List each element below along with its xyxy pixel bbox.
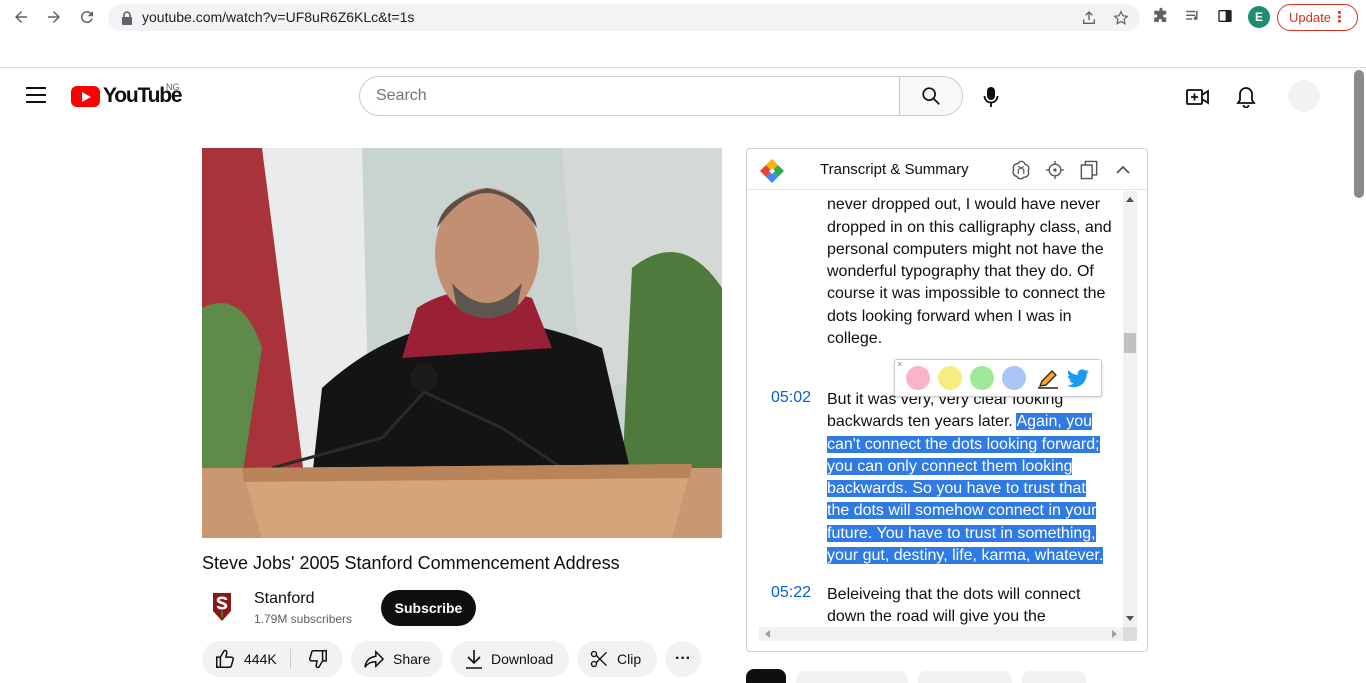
search-input[interactable]: Search: [359, 76, 900, 116]
video-title: Steve Jobs' 2005 Stanford Commencement A…: [202, 553, 620, 573]
hamburger-menu-icon[interactable]: [26, 87, 46, 105]
share-button[interactable]: Share: [351, 641, 443, 677]
clip-button[interactable]: Clip: [577, 641, 657, 677]
notifications-bell-icon[interactable]: [1233, 84, 1259, 110]
youtube-play-icon: [71, 85, 100, 107]
share-icon: [364, 649, 385, 669]
transcript-list[interactable]: computer would have them. If I had never…: [747, 191, 1127, 629]
more-actions-icon: ···: [675, 650, 691, 667]
like-button[interactable]: 444K: [202, 641, 290, 677]
thumbs-up-icon: [216, 649, 234, 668]
highlight-color-blue[interactable]: [1002, 366, 1026, 390]
scroll-down-arrow-icon[interactable]: [1126, 616, 1134, 621]
share-page-icon[interactable]: [1080, 9, 1098, 27]
thumbs-down-icon: [309, 650, 327, 669]
panel-title: Transcript & Summary: [820, 161, 969, 178]
profile-avatar[interactable]: E: [1248, 6, 1270, 28]
subscriber-count: 1.79M subscribers: [254, 612, 353, 626]
highlight-color-pink[interactable]: [906, 366, 930, 390]
like-dislike-group: 444K: [202, 641, 343, 677]
scroll-left-arrow-icon[interactable]: [765, 630, 770, 638]
transcript-text: Beleiveing that the dots will connect do…: [827, 586, 1081, 626]
chip-placeholder[interactable]: [918, 671, 1012, 683]
scroll-up-arrow-icon[interactable]: [1126, 197, 1134, 202]
channel-name[interactable]: Stanford: [254, 590, 314, 608]
browser-toolbar: youtube.com/watch?v=UF8uR6Z6KLc&t=1s E U…: [0, 0, 1366, 68]
selected-text-highlight: Again, you can't connect the dots lookin…: [827, 413, 1104, 565]
reload-icon[interactable]: [75, 5, 99, 29]
search-button[interactable]: [899, 76, 963, 116]
microphone-icon[interactable]: [976, 82, 1006, 112]
panel-header: Transcript & Summary: [747, 149, 1147, 190]
crosshair-sync-icon[interactable]: [1044, 159, 1066, 181]
chip-placeholder[interactable]: [796, 671, 908, 683]
bookmark-star-icon[interactable]: [1112, 9, 1130, 27]
dislike-button[interactable]: [298, 641, 338, 677]
pencil-note-icon[interactable]: [1035, 366, 1061, 392]
page-scroll-thumb[interactable]: [1354, 70, 1364, 198]
create-video-icon[interactable]: [1185, 84, 1211, 110]
back-icon[interactable]: [9, 5, 33, 29]
media-queue-icon[interactable]: [1183, 6, 1203, 26]
chip-placeholder[interactable]: [1022, 671, 1086, 683]
video-player[interactable]: [202, 148, 722, 538]
subscribe-button[interactable]: Subscribe: [381, 590, 476, 626]
share-label: Share: [393, 651, 431, 667]
lock-icon[interactable]: [118, 9, 136, 27]
extensions-puzzle-icon[interactable]: [1151, 6, 1171, 26]
address-bar[interactable]: youtube.com/watch?v=UF8uR6Z6KLc&t=1s: [108, 4, 1140, 31]
chatgpt-icon[interactable]: [1010, 159, 1032, 181]
video-frame-illustration: [202, 148, 722, 538]
collapse-chevron-icon[interactable]: [1112, 159, 1134, 181]
transcript-vertical-scrollbar[interactable]: [1123, 191, 1137, 627]
side-panel-icon[interactable]: [1215, 6, 1235, 26]
stanford-logo-icon: [213, 593, 231, 621]
highlight-color-yellow[interactable]: [938, 366, 962, 390]
scissors-icon: [590, 650, 607, 668]
clip-label: Clip: [617, 651, 642, 667]
extension-logo-icon[interactable]: [759, 158, 784, 183]
highlight-color-green[interactable]: [970, 366, 994, 390]
update-button[interactable]: Update ⋮: [1277, 4, 1358, 31]
transcript-horizontal-scrollbar[interactable]: [759, 627, 1123, 641]
download-label: Download: [491, 651, 554, 667]
transcript-timestamp[interactable]: 05:22: [771, 584, 811, 602]
scrollbar-corner: [1123, 627, 1137, 641]
youtube-logo[interactable]: YouTube: [71, 84, 183, 108]
scroll-right-arrow-icon[interactable]: [1112, 630, 1117, 638]
transcript-timestamp[interactable]: 05:02: [771, 389, 811, 407]
transcript-text: But it was very, very clear looking back…: [827, 389, 1112, 567]
page-scrollbar[interactable]: [1352, 68, 1366, 683]
transcript-summary-panel: Transcript & Summary computer would have…: [746, 148, 1148, 652]
highlight-toolbar: ×: [894, 359, 1102, 397]
like-divider: [290, 649, 291, 669]
popup-close-icon[interactable]: ×: [897, 359, 902, 369]
search-placeholder: Search: [376, 87, 427, 104]
account-avatar[interactable]: [1288, 80, 1320, 112]
twitter-share-icon[interactable]: [1065, 367, 1091, 391]
scroll-thumb[interactable]: [1124, 333, 1136, 353]
channel-avatar[interactable]: [202, 587, 242, 627]
download-icon: [466, 650, 482, 669]
chip-all[interactable]: [746, 669, 786, 683]
transcript-text: computer would have them. If I had never…: [827, 196, 1112, 348]
region-code: NG: [166, 82, 180, 92]
more-actions-button[interactable]: ···: [665, 641, 701, 677]
download-button[interactable]: Download: [451, 641, 569, 677]
forward-icon[interactable]: [42, 5, 66, 29]
update-menu-icon: ⋮: [1332, 9, 1347, 26]
update-label: Update: [1289, 10, 1331, 25]
search-icon: [922, 87, 940, 105]
copy-icon[interactable]: [1078, 159, 1100, 181]
url-text: youtube.com/watch?v=UF8uR6Z6KLc&t=1s: [142, 9, 415, 25]
like-count: 444K: [244, 651, 277, 667]
